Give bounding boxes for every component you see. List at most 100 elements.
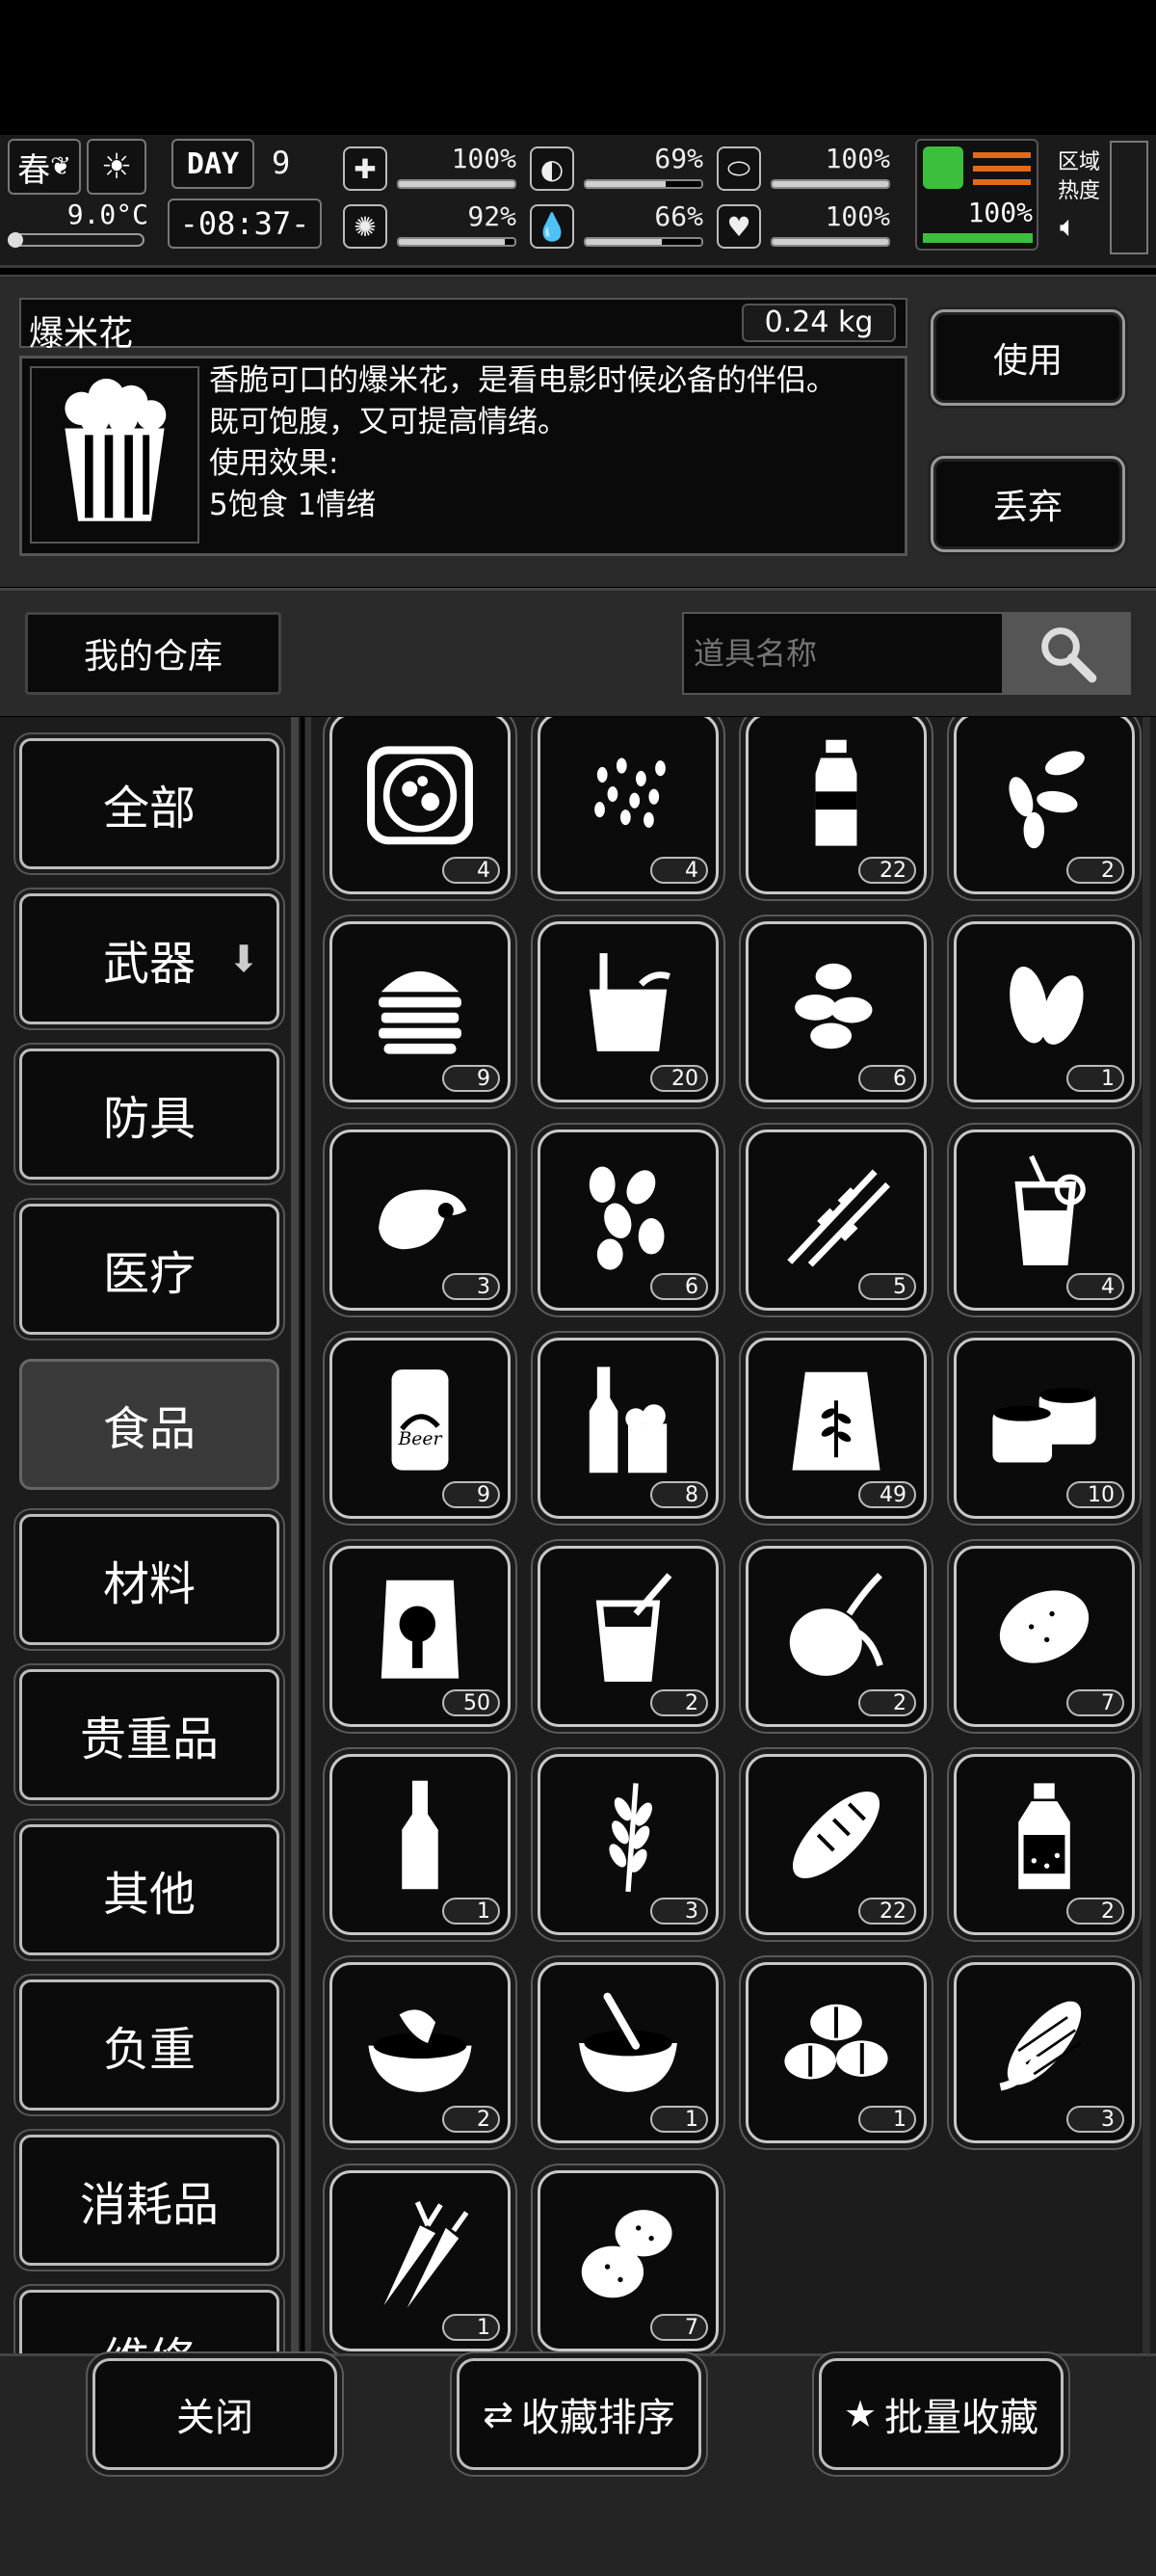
carrot-icon bbox=[383, 2200, 469, 2308]
day-label: DAY bbox=[171, 139, 254, 189]
inventory-slot[interactable]: 2 bbox=[954, 717, 1135, 894]
inventory-slot[interactable]: 49 bbox=[746, 1338, 927, 1519]
speaker-icon[interactable]: 🔈︎ bbox=[1060, 210, 1077, 244]
inventory-slot[interactable]: 1 bbox=[746, 1962, 927, 2143]
inventory-slot[interactable]: 1 bbox=[538, 1962, 719, 2143]
zone-heat-meter bbox=[1110, 141, 1148, 254]
category-tab[interactable]: 武器 ⬇ bbox=[19, 893, 279, 1024]
inventory-slot[interactable]: 20 bbox=[538, 921, 719, 1102]
search-input[interactable] bbox=[682, 612, 1004, 695]
svg-text:Beer: Beer bbox=[398, 1429, 443, 1449]
inventory-slot[interactable]: 1 bbox=[329, 1754, 511, 1935]
chicken-icon bbox=[379, 1189, 467, 1250]
inventory-slot[interactable]: 22 bbox=[746, 1754, 927, 1935]
inventory-slot[interactable]: 2 bbox=[538, 1546, 719, 1727]
inventory-slot[interactable]: 4 bbox=[538, 717, 719, 894]
category-tab[interactable]: 食品 bbox=[19, 1359, 279, 1490]
item-quantity: 4 bbox=[1066, 1273, 1124, 1300]
item-quantity: 20 bbox=[650, 1065, 708, 1092]
inventory-slot[interactable]: 50 bbox=[329, 1546, 511, 1727]
flour-bag-icon bbox=[792, 1371, 880, 1471]
peanuts-icon bbox=[589, 1166, 665, 1270]
item-quantity: 3 bbox=[650, 1898, 708, 1925]
item-name-bar: 爆米花 0.24 kg bbox=[19, 298, 907, 354]
liquor-bottle-icon bbox=[402, 1780, 438, 1890]
category-tab[interactable]: 防具 bbox=[19, 1049, 279, 1180]
seeds-icon bbox=[1009, 751, 1085, 849]
inventory-slot[interactable]: 3 bbox=[329, 1129, 511, 1311]
close-button[interactable]: 关闭 bbox=[92, 2358, 337, 2470]
item-quantity: 7 bbox=[1066, 1689, 1124, 1716]
item-quantity: 1 bbox=[442, 1898, 500, 1925]
description-line: 既可饱腹，又可提高情绪。 bbox=[209, 405, 567, 439]
inventory-slot[interactable]: Beer 9 bbox=[329, 1338, 511, 1519]
category-label: 武器 bbox=[102, 937, 196, 991]
item-quantity: 10 bbox=[1066, 1481, 1124, 1508]
category-tab[interactable]: 消耗品 bbox=[19, 2135, 279, 2266]
inventory-slot[interactable]: 1 bbox=[329, 2170, 511, 2351]
category-tab[interactable]: 贵重品 bbox=[19, 1669, 279, 1800]
inventory-slot[interactable]: 4 bbox=[954, 1129, 1135, 1311]
inventory-slot[interactable]: 5 bbox=[746, 1129, 927, 1311]
sort-favorites-button[interactable]: ⇄ 收藏排序 bbox=[457, 2358, 701, 2470]
inventory-slot[interactable]: 6 bbox=[538, 1129, 719, 1311]
description-line: 使用效果: bbox=[209, 446, 339, 481]
item-quantity: 6 bbox=[650, 1273, 708, 1300]
category-tab[interactable]: 材料 bbox=[19, 1514, 279, 1645]
grid-divider bbox=[305, 717, 311, 2353]
category-label: 消耗品 bbox=[79, 2178, 219, 2232]
beer-bottle-icon bbox=[589, 1367, 668, 1474]
storage-title: 我的仓库 bbox=[25, 612, 281, 695]
inventory-slot[interactable]: 7 bbox=[538, 2170, 719, 2351]
swap-arrows-icon: ⇄ bbox=[483, 2393, 513, 2435]
stat-bar bbox=[584, 237, 703, 247]
item-quantity: 4 bbox=[442, 857, 500, 884]
sauce-bottle-icon bbox=[1018, 1783, 1070, 1890]
sidebar-scrollbar[interactable] bbox=[291, 717, 299, 2353]
inventory-slot[interactable]: 2 bbox=[954, 1754, 1135, 1935]
stat-value: 66% bbox=[654, 200, 703, 232]
category-tab[interactable]: 全部 bbox=[19, 738, 279, 869]
instant-noodles-icon bbox=[589, 953, 670, 1051]
drink-cup-icon bbox=[595, 1573, 672, 1682]
inventory-slot[interactable]: 3 bbox=[538, 1754, 719, 1935]
inventory-slot[interactable]: 8 bbox=[538, 1338, 719, 1519]
stat-value: 69% bbox=[654, 143, 703, 174]
discard-button[interactable]: 丢弃 bbox=[931, 456, 1125, 552]
inventory-slot[interactable]: 3 bbox=[954, 1962, 1135, 2143]
stamina-bar bbox=[923, 233, 1033, 243]
item-grid: 4 4 22 2 9 20 6 1 3 6 5 4 Beer 9 8 49 10 50 2 2 7 1 3 22 2 2 1 1 3 1 7 bbox=[304, 717, 1156, 2353]
boot-icon bbox=[923, 146, 963, 189]
use-button[interactable]: 使用 bbox=[931, 309, 1125, 406]
search-button[interactable] bbox=[1004, 612, 1131, 695]
beer-can-icon: Beer bbox=[391, 1369, 449, 1471]
temperature-gauge bbox=[8, 232, 144, 248]
inventory-slot[interactable]: 1 bbox=[954, 921, 1135, 1102]
category-tab[interactable]: 维修 bbox=[19, 2290, 279, 2353]
category-label: 贵重品 bbox=[79, 1713, 219, 1766]
item-quantity: 2 bbox=[650, 1689, 708, 1716]
inventory-slot[interactable]: 6 bbox=[746, 921, 927, 1102]
item-quantity: 9 bbox=[442, 1481, 500, 1508]
inventory-slot[interactable]: 22 bbox=[746, 717, 927, 894]
inventory-slot[interactable]: 4 bbox=[329, 717, 511, 894]
inventory-slot[interactable]: 10 bbox=[954, 1338, 1135, 1519]
stat-value: 100% bbox=[451, 143, 516, 174]
item-quantity: 22 bbox=[858, 857, 916, 884]
category-tab[interactable]: 其他 bbox=[19, 1824, 279, 1955]
grid-scrollbar[interactable] bbox=[1143, 717, 1150, 2353]
category-tab[interactable]: 医疗 bbox=[19, 1204, 279, 1335]
description-line: 5饱食 1情绪 bbox=[209, 488, 377, 522]
inventory-slot[interactable]: 2 bbox=[329, 1962, 511, 2143]
bread-icon bbox=[792, 1791, 880, 1879]
temperature-value: 9.0°C bbox=[66, 199, 148, 230]
inventory-slot[interactable]: 9 bbox=[329, 921, 511, 1102]
category-label: 负重 bbox=[102, 2023, 196, 2077]
item-description-box: 香脆可口的爆米花，是看电影时候必备的伴侣。 既可饱腹，又可提高情绪。 使用效果:… bbox=[19, 356, 907, 556]
inventory-slot[interactable]: 7 bbox=[954, 1546, 1135, 1727]
category-tab[interactable]: 负重 bbox=[19, 1979, 279, 2111]
search-icon bbox=[1041, 627, 1097, 683]
inventory-slot[interactable]: 2 bbox=[746, 1546, 927, 1727]
batch-favorite-button[interactable]: ★ 批量收藏 bbox=[819, 2358, 1064, 2470]
storage-header: 我的仓库 bbox=[0, 588, 1156, 716]
